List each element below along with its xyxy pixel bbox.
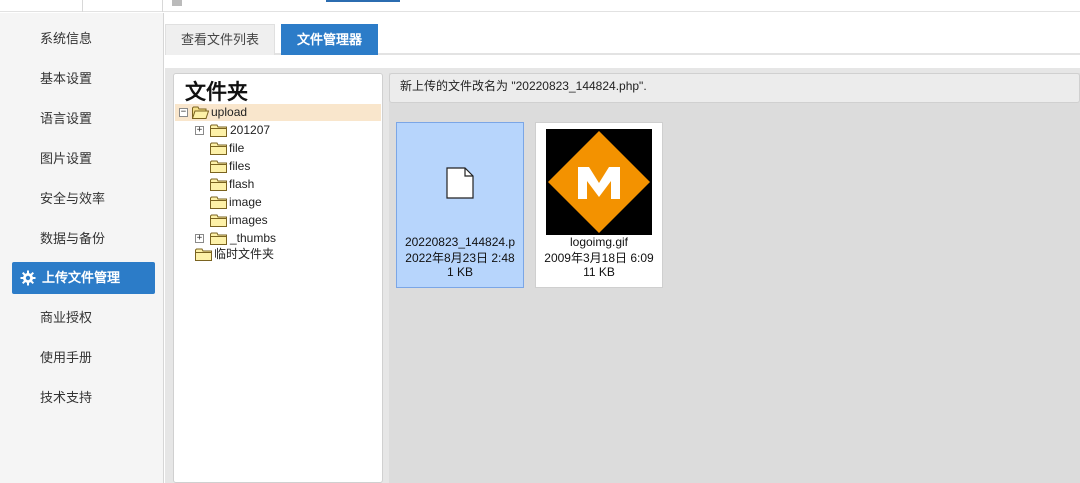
tree-node-files[interactable]: files (210, 158, 370, 175)
sidebar: 系统信息 基本设置 语言设置 图片设置 安全与效率 数据与备份 上传文件管理 商… (0, 13, 164, 483)
sidebar-item-data-backup[interactable]: 数据与备份 (12, 223, 155, 255)
tree-node-label: _thumbs (230, 231, 277, 245)
grip-icon (172, 0, 182, 6)
tree-node-201207[interactable]: + 201207 (195, 122, 375, 139)
tree-node-label: 201207 (230, 123, 271, 137)
tree-node-image[interactable]: image (210, 194, 370, 211)
expand-icon[interactable]: + (195, 126, 204, 135)
blank-file-icon (446, 167, 474, 199)
sidebar-item-tech-support[interactable]: 技术支持 (12, 382, 155, 414)
tree-node-temp-folder[interactable]: 临时文件夹 (195, 246, 375, 263)
file-size: 1 KB (446, 265, 473, 279)
file-preview (397, 123, 523, 235)
top-tab-accent (326, 0, 400, 2)
file-size: 11 KB (583, 265, 615, 279)
folder-icon (210, 124, 227, 137)
tree-node-label: 临时文件夹 (214, 247, 275, 261)
folder-icon (210, 214, 227, 227)
sidebar-item-manual[interactable]: 使用手册 (12, 342, 155, 374)
file-item-gif[interactable]: logoimg.gif 2009年3月18日 6:09 11 KB (535, 122, 663, 288)
file-name: logoimg.gif (569, 235, 629, 249)
sidebar-item-basic-settings[interactable]: 基本设置 (12, 63, 155, 95)
tree-node-flash[interactable]: flash (210, 176, 370, 193)
file-date: 2022年8月23日 2:48 (405, 251, 515, 265)
folder-icon (210, 178, 227, 191)
top-strip (0, 0, 1080, 12)
tree-node-images[interactable]: images (210, 212, 370, 229)
tree-node-file[interactable]: file (210, 140, 370, 157)
file-date: 2009年3月18日 6:09 (544, 251, 654, 265)
status-message: 新上传的文件改名为 "20220823_144824.php". (389, 73, 1080, 103)
tab-file-manager[interactable]: 文件管理器 (281, 24, 379, 55)
expand-icon[interactable]: + (195, 234, 204, 243)
m-logo-image (546, 129, 652, 235)
file-manager: 文件夹 − upload + 201207 file files flash i… (165, 68, 1080, 483)
collapse-icon[interactable]: − (179, 108, 188, 117)
tab-file-list[interactable]: 查看文件列表 (165, 24, 276, 55)
tree-node-label: flash (229, 177, 255, 191)
folder-icon (210, 232, 227, 245)
folder-icon (210, 142, 227, 155)
tree-node-label: files (229, 159, 251, 173)
main-panel: 查看文件列表 文件管理器 文件夹 − upload + 201207 file … (165, 13, 1080, 483)
tree-node-label: upload (211, 105, 248, 119)
gear-icon (20, 270, 36, 286)
tree-node-upload[interactable]: − upload (179, 104, 379, 121)
sidebar-item-system-info[interactable]: 系统信息 (12, 23, 155, 55)
top-strip-cell (83, 0, 163, 12)
sidebar-item-upload-manager[interactable]: 上传文件管理 (12, 262, 155, 294)
folder-tree-title: 文件夹 (185, 80, 248, 104)
sidebar-item-security[interactable]: 安全与效率 (12, 183, 155, 215)
file-item-php[interactable]: 20220823_144824.p 2022年8月23日 2:48 1 KB (396, 122, 524, 288)
file-preview (536, 123, 662, 235)
sidebar-item-commercial-license[interactable]: 商业授权 (12, 302, 155, 334)
file-content-area: 新上传的文件改名为 "20220823_144824.php". 2022082… (389, 73, 1080, 483)
top-strip-cell (0, 0, 83, 12)
folder-tree-panel: 文件夹 − upload + 201207 file files flash i… (173, 73, 383, 483)
tree-node-thumbs[interactable]: + _thumbs (195, 230, 375, 247)
sidebar-item-label: 上传文件管理 (42, 270, 121, 285)
folder-icon (195, 248, 212, 261)
tree-node-label: image (229, 195, 262, 209)
sidebar-item-language-settings[interactable]: 语言设置 (12, 103, 155, 135)
folder-icon (210, 196, 227, 209)
file-name: 20220823_144824.p (404, 235, 516, 249)
tree-node-label: file (229, 141, 245, 155)
tree-node-label: images (229, 213, 268, 227)
tab-bar: 查看文件列表 文件管理器 (165, 24, 1080, 55)
folder-icon (210, 160, 227, 173)
sidebar-item-image-settings[interactable]: 图片设置 (12, 143, 155, 175)
folder-open-icon (192, 106, 209, 119)
